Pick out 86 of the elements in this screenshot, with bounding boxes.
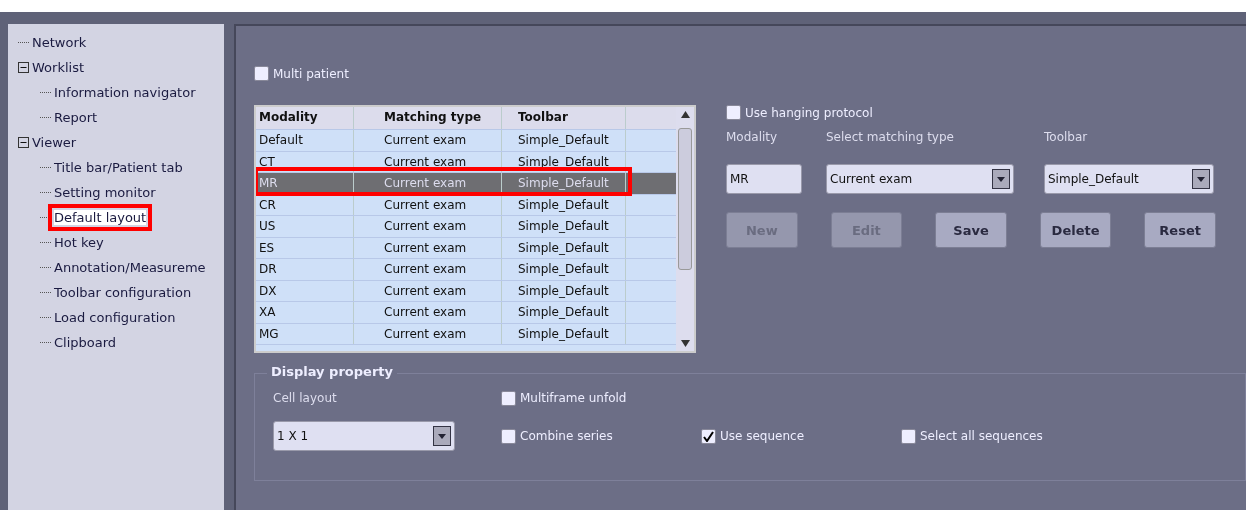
- collapse-icon[interactable]: [18, 137, 29, 148]
- table-cell: ES: [256, 237, 354, 258]
- table-cell: US: [256, 216, 354, 237]
- tree-item[interactable]: Information navigator: [54, 85, 196, 100]
- checkbox-label: Use sequence: [720, 429, 805, 443]
- checkbox-label: Multi patient: [273, 66, 349, 81]
- tree-item[interactable]: Load configuration: [54, 310, 176, 325]
- tree-item[interactable]: Toolbar configuration: [54, 285, 192, 300]
- tree-item[interactable]: Report: [54, 110, 98, 125]
- table-cell: Simple_Default: [502, 216, 626, 237]
- table-row[interactable]: MG Current exam Simple_Default: [256, 323, 676, 345]
- field-label: Select matching type: [826, 130, 955, 144]
- scroll-down-icon[interactable]: [680, 340, 690, 347]
- table-cell: Simple_Default: [502, 259, 626, 280]
- checkbox[interactable]: [501, 428, 516, 444]
- table-row[interactable]: ES Current exam Simple_Default: [256, 237, 676, 259]
- table-cell: XA: [256, 302, 354, 323]
- table-row[interactable]: MR Current exam Simple_Default: [256, 173, 676, 195]
- checkbox[interactable]: [901, 428, 916, 444]
- tree-item[interactable]: Setting monitor: [54, 185, 156, 200]
- table-row[interactable]: US Current exam Simple_Default: [256, 216, 676, 238]
- table-cell: Simple_Default: [502, 194, 626, 215]
- table-cell: Simple_Default: [502, 280, 626, 301]
- dropdown-icon[interactable]: [992, 169, 1010, 189]
- table-cell: MR: [256, 173, 354, 194]
- tree-item[interactable]: Annotation/Measureme: [54, 260, 206, 275]
- table-cell: Current exam: [354, 302, 502, 323]
- field-label: Modality: [726, 130, 779, 144]
- checkbox-label: Use hanging protocol: [745, 105, 873, 120]
- scrollbar-thumb[interactable]: [678, 128, 692, 270]
- matching-type-dropdown[interactable]: Current exam: [826, 164, 1014, 194]
- action-button[interactable]: Delete: [1039, 212, 1112, 248]
- table-cell: Simple_Default: [502, 237, 626, 258]
- table-cell: CT: [256, 151, 354, 172]
- tree-item[interactable]: Clipboard: [54, 335, 117, 350]
- cell-layout-dropdown[interactable]: 1 X 1: [273, 421, 455, 451]
- column-header[interactable]: Matching type: [354, 107, 502, 129]
- table-cell: Current exam: [354, 151, 502, 172]
- table-cell: Current exam: [354, 173, 502, 194]
- tree-item[interactable]: Viewer: [32, 135, 77, 150]
- table-cell: Current exam: [354, 194, 502, 215]
- table-cell: Simple_Default: [502, 302, 626, 323]
- table-cell: Simple_Default: [502, 173, 626, 194]
- checkbox-label: Combine series: [520, 429, 613, 443]
- table-cell: Simple_Default: [502, 323, 626, 344]
- checkbox[interactable]: [726, 105, 741, 120]
- field-label: Cell layout: [273, 391, 338, 405]
- column-header[interactable]: Toolbar: [502, 107, 626, 129]
- action-button[interactable]: Save: [935, 212, 1007, 248]
- column-header[interactable]: Modality: [256, 107, 354, 129]
- collapse-icon[interactable]: [18, 62, 29, 73]
- checkbox-label: Multiframe unfold: [520, 391, 627, 405]
- field-label: Toolbar: [1044, 130, 1089, 144]
- table-row[interactable]: CR Current exam Simple_Default: [256, 194, 676, 216]
- table-cell: DX: [256, 280, 354, 301]
- table-cell: MG: [256, 323, 354, 344]
- table-cell: Current exam: [354, 130, 502, 151]
- modality-field[interactable]: MR: [726, 164, 802, 194]
- table-cell: Default: [256, 130, 354, 151]
- table-cell: CR: [256, 194, 354, 215]
- checkbox[interactable]: [501, 390, 516, 406]
- table-cell: Current exam: [354, 323, 502, 344]
- tree-item[interactable]: Worklist: [32, 60, 84, 75]
- dropdown-icon[interactable]: [433, 426, 451, 446]
- scroll-up-icon[interactable]: [680, 111, 690, 118]
- dropdown-icon[interactable]: [1192, 169, 1210, 189]
- table-cell: Current exam: [354, 216, 502, 237]
- table-row[interactable]: DR Current exam Simple_Default: [256, 259, 676, 281]
- checkbox[interactable]: [254, 66, 269, 81]
- action-button[interactable]: Reset: [1144, 212, 1216, 248]
- checkbox-label: Select all sequences: [920, 429, 1043, 443]
- tree-item[interactable]: Title bar/Patient tab: [54, 160, 183, 175]
- tree-item[interactable]: Hot key: [54, 235, 104, 250]
- table-cell: Simple_Default: [502, 130, 626, 151]
- table-row[interactable]: XA Current exam Simple_Default: [256, 302, 676, 324]
- table-row[interactable]: Default Current exam Simple_Default: [256, 130, 676, 152]
- table-cell: DR: [256, 259, 354, 280]
- group-title: Display property: [267, 364, 397, 379]
- table-row[interactable]: DX Current exam Simple_Default: [256, 280, 676, 302]
- table-cell: Current exam: [354, 259, 502, 280]
- tree-item[interactable]: Network: [32, 35, 87, 50]
- table-cell: Current exam: [354, 237, 502, 258]
- table-cell: Current exam: [354, 280, 502, 301]
- checkbox[interactable]: [701, 428, 716, 444]
- table-cell: Simple_Default: [502, 151, 626, 172]
- toolbar-dropdown[interactable]: Simple_Default: [1044, 164, 1214, 194]
